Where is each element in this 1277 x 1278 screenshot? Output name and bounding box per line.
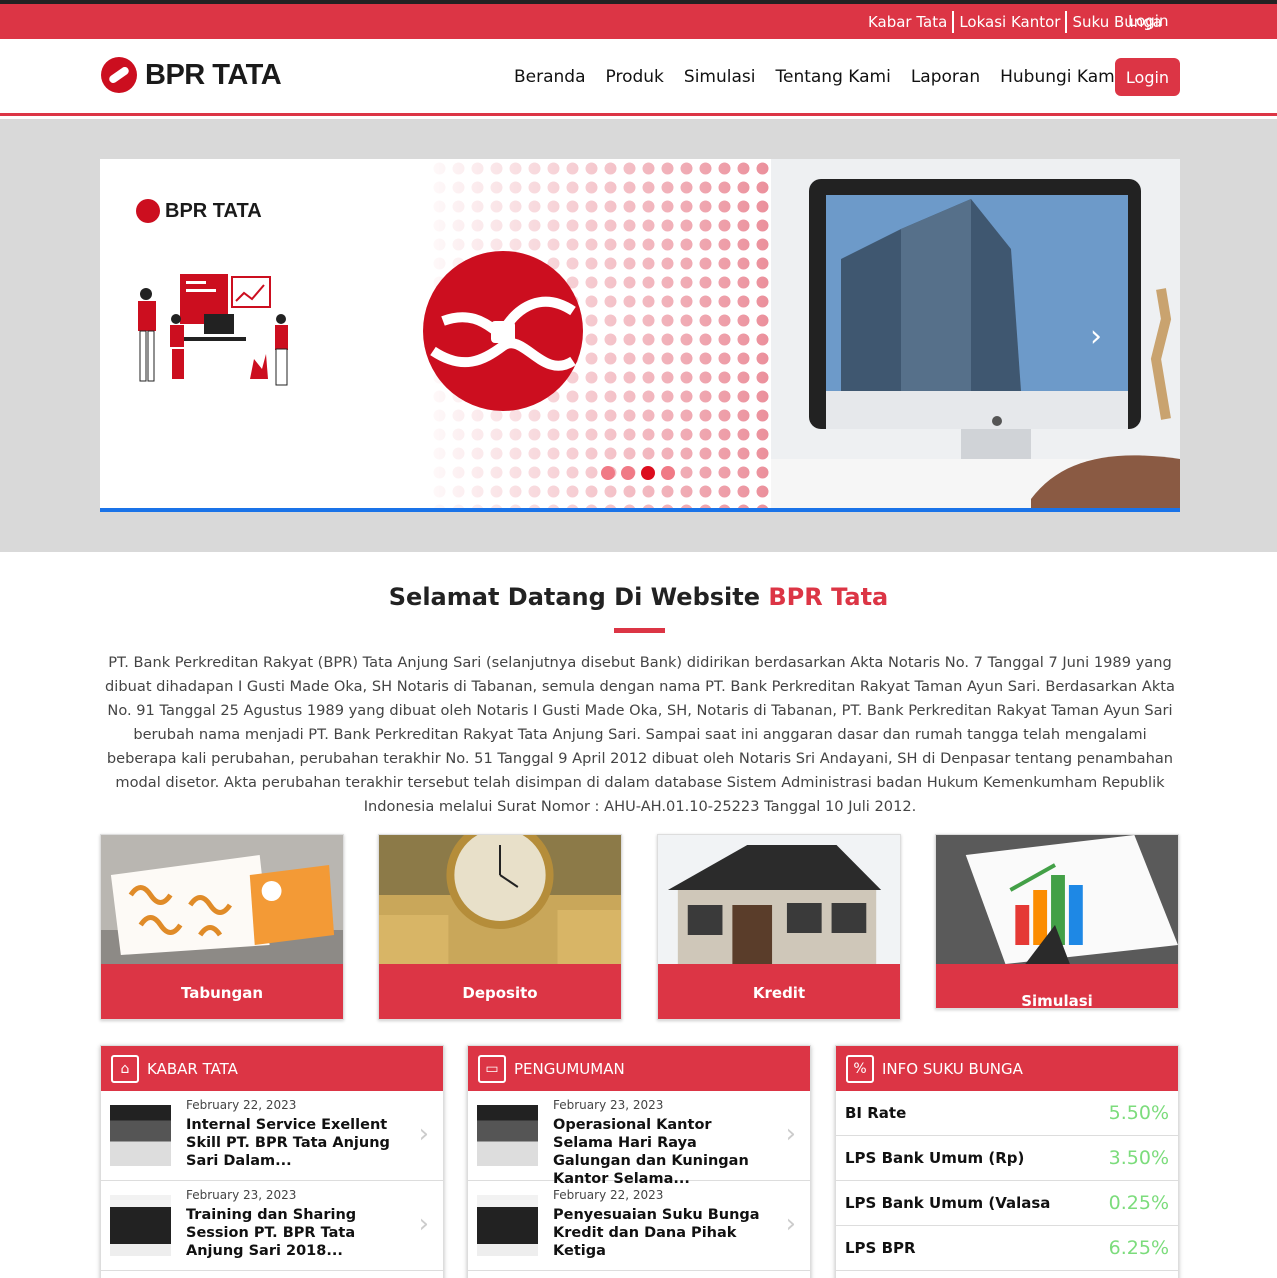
rate-value: 5.50% — [1108, 1102, 1169, 1124]
rate-row: LPS Bank Umum (Valasa 0.25% — [836, 1181, 1178, 1226]
slide-logo-text: BPR TATA — [165, 199, 262, 222]
title-underline — [614, 628, 665, 633]
login-button[interactable]: Login — [1115, 58, 1180, 96]
nav-item-produk[interactable]: Produk — [606, 67, 664, 87]
news-item[interactable]: February 22, 2023 Penyesuaian Suku Bunga… — [468, 1181, 810, 1271]
news-item[interactable]: February 23, 2023 Training dan Sharing S… — [101, 1181, 443, 1271]
pengumuman-panel: ▭ PENGUMUMAN February 23, 2023 Operasion… — [467, 1045, 811, 1278]
main-nav: Beranda Produk Simulasi Tentang Kami Lap… — [514, 67, 1139, 87]
news-date: February 22, 2023 — [553, 1188, 664, 1202]
product-card-kredit[interactable]: Kredit — [657, 834, 901, 1020]
product-label: Tabungan — [101, 964, 343, 1019]
percent-icon: % — [846, 1054, 874, 1083]
news-title[interactable]: Internal Service Exellent Skill PT. BPR … — [186, 1116, 406, 1170]
product-label: Kredit — [658, 964, 900, 1019]
simulasi-image — [936, 835, 1178, 964]
product-label: Simulasi — [936, 964, 1178, 1008]
kabar-tata-header: ⌂ KABAR TATA — [101, 1046, 443, 1091]
office-illustration — [138, 274, 288, 386]
news-item[interactable]: February 22, 2023 Internal Service Exell… — [101, 1091, 443, 1181]
news-thumbnail — [477, 1105, 538, 1166]
suku-bunga-header: % INFO SUKU BUNGA — [836, 1046, 1178, 1091]
top-links: Kabar Tata Lokasi Kantor Suku Bunga — [863, 4, 1167, 39]
news-date: February 23, 2023 — [553, 1098, 664, 1112]
pengumuman-title: PENGUMUMAN — [514, 1059, 625, 1078]
news-thumbnail — [110, 1195, 171, 1256]
nav-item-hubungi-kami[interactable]: Hubungi Kami — [1000, 67, 1119, 87]
chevron-right-icon: › — [785, 1209, 796, 1239]
welcome-title-part1: Selamat Datang Di Website — [388, 583, 761, 611]
rate-row: LPS BPR 6.25% — [836, 1226, 1178, 1271]
product-card-simulasi[interactable]: Simulasi — [935, 834, 1179, 1009]
carousel-indicator[interactable] — [601, 466, 615, 480]
carousel-next-icon[interactable]: › — [1090, 319, 1102, 354]
rate-row: BI Rate 5.50% — [836, 1091, 1178, 1136]
rate-row: LPS Bank Umum (Rp) 3.50% — [836, 1136, 1178, 1181]
announcement-icon: ▭ — [478, 1054, 506, 1083]
news-item[interactable]: February 23, 2023 Operasional Kantor Sel… — [468, 1091, 810, 1187]
top-link-lokasi-kantor[interactable]: Lokasi Kantor — [954, 10, 1068, 33]
brand-logo[interactable]: BPR TATA — [101, 57, 282, 93]
nav-item-beranda[interactable]: Beranda — [514, 67, 586, 87]
top-bar: Kabar Tata Lokasi Kantor Suku Bunga Logi… — [0, 4, 1277, 39]
news-title[interactable]: Operasional Kantor Selama Hari Raya Galu… — [553, 1116, 773, 1188]
news-thumbnail — [110, 1105, 171, 1166]
rate-value: 6.25% — [1108, 1237, 1169, 1259]
news-thumbnail — [477, 1195, 538, 1256]
chevron-right-icon: › — [785, 1119, 796, 1149]
brand-mark-icon — [101, 57, 137, 93]
bpr-big-logo-icon — [423, 251, 583, 411]
news-date: February 23, 2023 — [186, 1188, 297, 1202]
kredit-image — [658, 835, 900, 964]
rate-name: LPS Bank Umum (Valasa — [845, 1194, 1051, 1212]
brand-name: BPR TATA — [145, 58, 282, 91]
carousel-indicator-active[interactable] — [641, 466, 655, 480]
carousel-indicator[interactable] — [661, 466, 675, 480]
suku-bunga-panel: % INFO SUKU BUNGA BI Rate 5.50% LPS Bank… — [835, 1045, 1179, 1278]
rate-value: 0.25% — [1108, 1192, 1169, 1214]
rate-name: LPS BPR — [845, 1239, 916, 1257]
pengumuman-header: ▭ PENGUMUMAN — [468, 1046, 810, 1091]
carousel-indicators — [601, 466, 675, 480]
kabar-tata-title: KABAR TATA — [147, 1059, 238, 1078]
product-card-deposito[interactable]: Deposito — [378, 834, 622, 1020]
navbar: BPR TATA Beranda Produk Simulasi Tentang… — [0, 39, 1277, 116]
top-login-link[interactable]: Login — [1128, 4, 1168, 39]
product-card-tabungan[interactable]: Tabungan — [100, 834, 344, 1020]
deposito-image — [379, 835, 621, 964]
rate-name: BI Rate — [845, 1104, 907, 1122]
computer-building-photo — [771, 159, 1180, 508]
news-date: February 22, 2023 — [186, 1098, 297, 1112]
bank-icon: ⌂ — [111, 1054, 139, 1083]
kabar-tata-panel: ⌂ KABAR TATA February 22, 2023 Internal … — [100, 1045, 444, 1278]
rate-name: LPS Bank Umum (Rp) — [845, 1149, 1025, 1167]
nav-item-laporan[interactable]: Laporan — [911, 67, 980, 87]
chevron-right-icon: › — [418, 1209, 429, 1239]
welcome-title-part2: BPR Tata — [768, 583, 889, 611]
news-title[interactable]: Penyesuaian Suku Bunga Kredit dan Dana P… — [553, 1206, 773, 1260]
welcome-title: Selamat Datang Di Website BPR Tata — [0, 583, 1277, 611]
slide-logo: BPR TATA — [136, 199, 262, 223]
hero-carousel: BPR TATA › — [0, 119, 1277, 552]
rate-value: 3.50% — [1108, 1147, 1169, 1169]
top-link-kabar-tata[interactable]: Kabar Tata — [863, 10, 955, 33]
carousel-indicator[interactable] — [621, 466, 635, 480]
chevron-right-icon: › — [418, 1119, 429, 1149]
product-label: Deposito — [379, 964, 621, 1019]
suku-bunga-title: INFO SUKU BUNGA — [882, 1059, 1023, 1078]
welcome-text: PT. Bank Perkreditan Rakyat (BPR) Tata A… — [105, 654, 1175, 815]
nav-item-simulasi[interactable]: Simulasi — [684, 67, 756, 87]
carousel-progress-bar — [100, 508, 1180, 512]
news-title[interactable]: Training dan Sharing Session PT. BPR Tat… — [186, 1206, 406, 1260]
slide-logo-icon — [136, 199, 160, 223]
tabungan-image — [101, 835, 343, 964]
nav-item-tentang-kami[interactable]: Tentang Kami — [775, 67, 890, 87]
carousel-slide: BPR TATA › — [100, 159, 1180, 508]
